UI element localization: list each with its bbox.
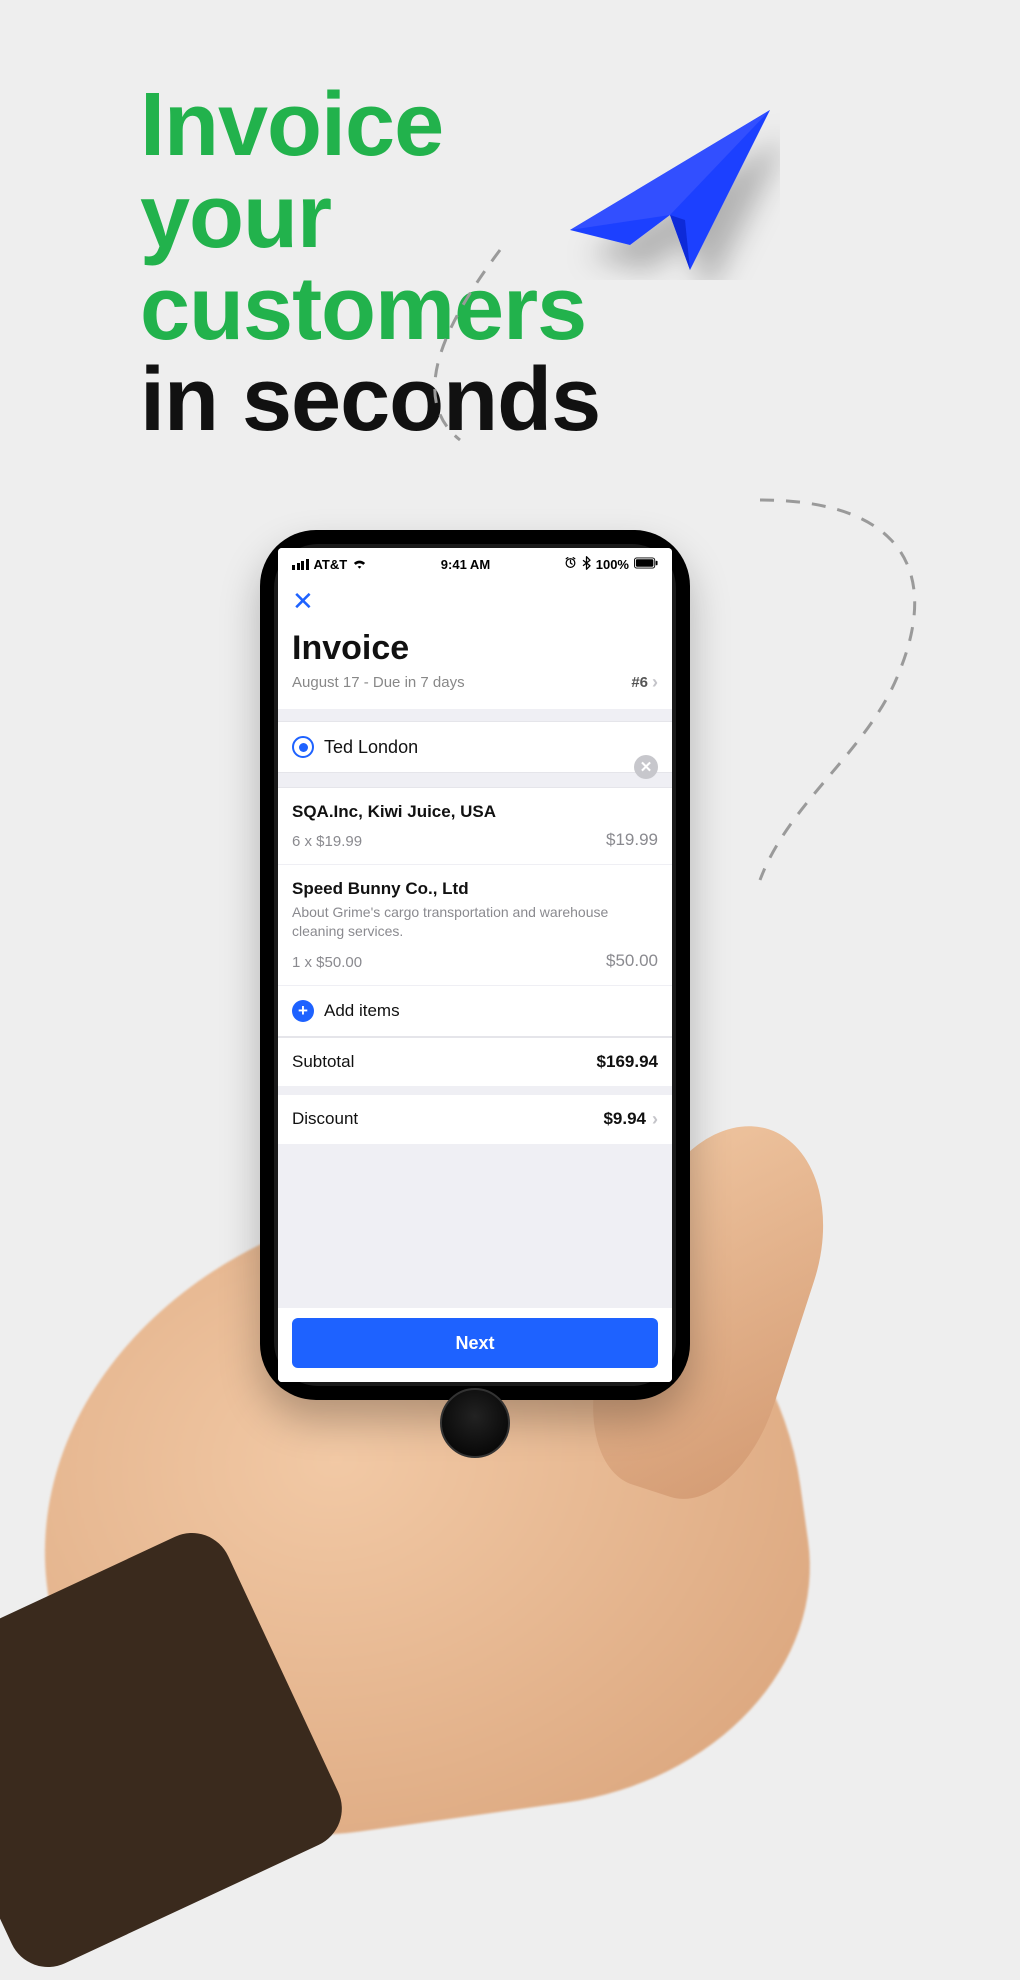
invoice-subtitle: August 17 - Due in 7 days [292, 674, 465, 691]
home-button[interactable] [440, 1388, 510, 1458]
customer-row[interactable]: Ted London ✕ [278, 721, 672, 773]
subtotal-label: Subtotal [292, 1052, 354, 1072]
hero-line-4: in seconds [140, 355, 600, 447]
line-item[interactable]: Speed Bunny Co., Ltd About Grime's cargo… [278, 865, 672, 986]
subtotal-row: Subtotal $169.94 [278, 1038, 672, 1087]
hero-line-3: customers [140, 264, 600, 356]
status-time: 9:41 AM [441, 557, 490, 572]
hero-line-2: your [140, 172, 600, 264]
item-title: Speed Bunny Co., Ltd [292, 879, 658, 899]
line-items: SQA.Inc, Kiwi Juice, USA 6 x $19.99 $19.… [278, 787, 672, 1037]
battery-icon [634, 557, 658, 572]
chevron-right-icon: › [652, 672, 658, 693]
item-title: SQA.Inc, Kiwi Juice, USA [292, 802, 658, 822]
signal-icon [292, 559, 309, 570]
next-button-label: Next [455, 1333, 494, 1354]
chevron-right-icon: › [652, 1109, 658, 1130]
add-items-label: Add items [324, 1001, 400, 1021]
paper-plane-icon [560, 100, 780, 280]
status-bar: AT&T 9:41 AM 100% [278, 548, 672, 580]
phone-frame: AT&T 9:41 AM 100% [260, 530, 690, 1400]
bluetooth-icon [582, 556, 591, 573]
item-qty: 6 x $19.99 [292, 833, 362, 850]
hero-line-1: Invoice [140, 80, 600, 172]
next-button[interactable]: Next [292, 1318, 658, 1368]
discount-label: Discount [292, 1109, 358, 1129]
clear-customer-button[interactable]: ✕ [634, 755, 658, 779]
discount-row[interactable]: Discount $9.94 › [278, 1087, 672, 1145]
discount-value: $9.94 [603, 1109, 646, 1129]
close-button[interactable]: ✕ [292, 586, 314, 616]
item-description: About Grime's cargo transportation and w… [292, 903, 658, 941]
hero-headline: Invoice your customers in seconds [140, 80, 600, 447]
invoice-header: Invoice August 17 - Due in 7 days #6 › [278, 615, 672, 709]
item-price: $19.99 [606, 830, 658, 850]
item-price: $50.00 [606, 951, 658, 971]
subtotal-value: $169.94 [597, 1052, 658, 1072]
add-items-button[interactable]: + Add items [278, 986, 672, 1036]
invoice-number-link[interactable]: #6 › [631, 672, 658, 693]
alarm-icon [564, 556, 577, 572]
wifi-icon [352, 557, 367, 571]
customer-name: Ted London [324, 737, 418, 758]
phone-screen: AT&T 9:41 AM 100% [278, 548, 672, 1382]
battery-label: 100% [596, 557, 629, 572]
plus-icon: + [292, 1000, 314, 1022]
person-icon [292, 736, 314, 758]
line-item[interactable]: SQA.Inc, Kiwi Juice, USA 6 x $19.99 $19.… [278, 788, 672, 865]
page-title: Invoice [292, 629, 658, 668]
carrier-label: AT&T [314, 557, 348, 572]
item-qty: 1 x $50.00 [292, 954, 362, 971]
